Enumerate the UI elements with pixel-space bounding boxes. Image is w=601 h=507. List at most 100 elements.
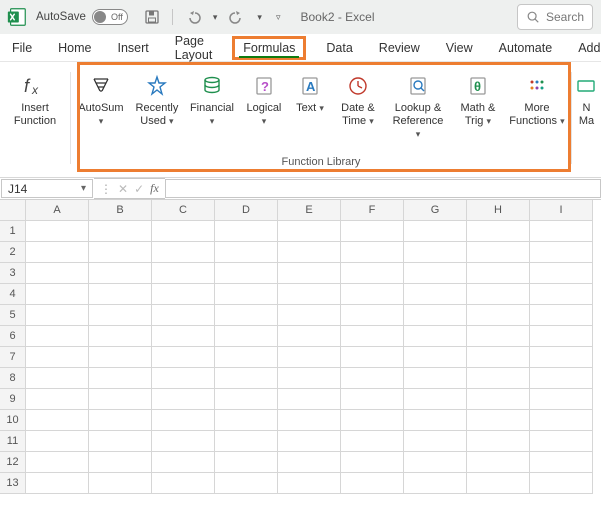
cell[interactable] (404, 410, 467, 431)
cell[interactable] (26, 284, 89, 305)
cell[interactable] (341, 431, 404, 452)
fl-more-functions-button[interactable]: MoreFunctions ▾ (507, 68, 567, 156)
cell[interactable] (89, 473, 152, 494)
column-header[interactable]: E (278, 200, 341, 221)
cell[interactable] (215, 347, 278, 368)
cell[interactable] (341, 263, 404, 284)
column-header[interactable]: B (89, 200, 152, 221)
cell[interactable] (26, 431, 89, 452)
cell[interactable] (152, 326, 215, 347)
cell[interactable] (152, 263, 215, 284)
cell[interactable] (278, 431, 341, 452)
cell[interactable] (215, 368, 278, 389)
tab-addins[interactable]: Add (572, 37, 601, 59)
cell[interactable] (215, 221, 278, 242)
insert-function-button[interactable]: fx InsertFunction (4, 68, 66, 156)
cell[interactable] (467, 347, 530, 368)
cell[interactable] (467, 242, 530, 263)
cell[interactable] (341, 242, 404, 263)
cell[interactable] (278, 473, 341, 494)
cell[interactable] (404, 284, 467, 305)
cell[interactable] (530, 473, 593, 494)
cell[interactable] (404, 368, 467, 389)
cell[interactable] (404, 242, 467, 263)
row-header[interactable]: 3 (0, 263, 26, 284)
cell[interactable] (341, 284, 404, 305)
cell[interactable] (530, 263, 593, 284)
fl-date-time-button[interactable]: Date &Time ▾ (333, 68, 383, 156)
cell[interactable] (278, 452, 341, 473)
cell[interactable] (278, 326, 341, 347)
cell[interactable] (89, 305, 152, 326)
tab-review[interactable]: Review (373, 37, 426, 59)
cell[interactable] (467, 389, 530, 410)
cell[interactable] (26, 410, 89, 431)
cell[interactable] (26, 242, 89, 263)
tab-formulas[interactable]: Formulas (232, 36, 306, 60)
cell[interactable] (467, 452, 530, 473)
cell[interactable] (467, 263, 530, 284)
cell[interactable] (89, 347, 152, 368)
tab-page-layout[interactable]: Page Layout (169, 30, 219, 66)
name-manager-button[interactable]: NMa (576, 68, 597, 156)
cell[interactable] (152, 389, 215, 410)
row-header[interactable]: 1 (0, 221, 26, 242)
row-header[interactable]: 11 (0, 431, 26, 452)
fl-recently-used-button[interactable]: RecentlyUsed ▾ (131, 68, 183, 156)
cell[interactable] (26, 326, 89, 347)
enter-icon[interactable]: ✓ (134, 182, 144, 196)
cell[interactable] (152, 347, 215, 368)
tab-file[interactable]: File (6, 37, 38, 59)
cell[interactable] (467, 326, 530, 347)
cell[interactable] (152, 221, 215, 242)
cell[interactable] (89, 284, 152, 305)
cell[interactable] (152, 410, 215, 431)
cell[interactable] (467, 284, 530, 305)
cell[interactable] (26, 221, 89, 242)
toggle-switch[interactable]: Off (92, 9, 128, 25)
cell[interactable] (404, 347, 467, 368)
cell[interactable] (215, 452, 278, 473)
cell[interactable] (89, 410, 152, 431)
formula-input[interactable] (165, 179, 601, 198)
cancel-icon[interactable]: ✕ (118, 182, 128, 196)
redo-icon[interactable] (227, 7, 247, 27)
tab-insert[interactable]: Insert (112, 37, 155, 59)
select-all-corner[interactable] (0, 200, 26, 221)
cell[interactable] (341, 347, 404, 368)
row-header[interactable]: 5 (0, 305, 26, 326)
cell[interactable] (467, 368, 530, 389)
cell[interactable] (215, 410, 278, 431)
cell[interactable] (26, 452, 89, 473)
undo-icon[interactable] (183, 7, 203, 27)
cell[interactable] (215, 284, 278, 305)
tab-automate[interactable]: Automate (493, 37, 559, 59)
tab-data[interactable]: Data (320, 37, 358, 59)
row-header[interactable]: 4 (0, 284, 26, 305)
cell[interactable] (530, 326, 593, 347)
cell[interactable] (341, 326, 404, 347)
column-header[interactable]: D (215, 200, 278, 221)
column-header[interactable]: I (530, 200, 593, 221)
row-header[interactable]: 13 (0, 473, 26, 494)
cell[interactable] (341, 221, 404, 242)
search-box[interactable]: Search (517, 4, 593, 30)
cell[interactable] (341, 473, 404, 494)
cell[interactable] (341, 305, 404, 326)
cell[interactable] (404, 263, 467, 284)
cell[interactable] (89, 389, 152, 410)
cell[interactable] (467, 473, 530, 494)
cell[interactable] (89, 263, 152, 284)
cell[interactable] (215, 473, 278, 494)
cell[interactable] (89, 452, 152, 473)
undo-dropdown-icon[interactable]: ▾ (213, 12, 218, 23)
cell[interactable] (215, 305, 278, 326)
cell[interactable] (152, 452, 215, 473)
cell[interactable] (26, 263, 89, 284)
row-header[interactable]: 10 (0, 410, 26, 431)
cell[interactable] (26, 305, 89, 326)
cell[interactable] (341, 452, 404, 473)
cell[interactable] (215, 263, 278, 284)
column-header[interactable]: C (152, 200, 215, 221)
cell[interactable] (530, 452, 593, 473)
